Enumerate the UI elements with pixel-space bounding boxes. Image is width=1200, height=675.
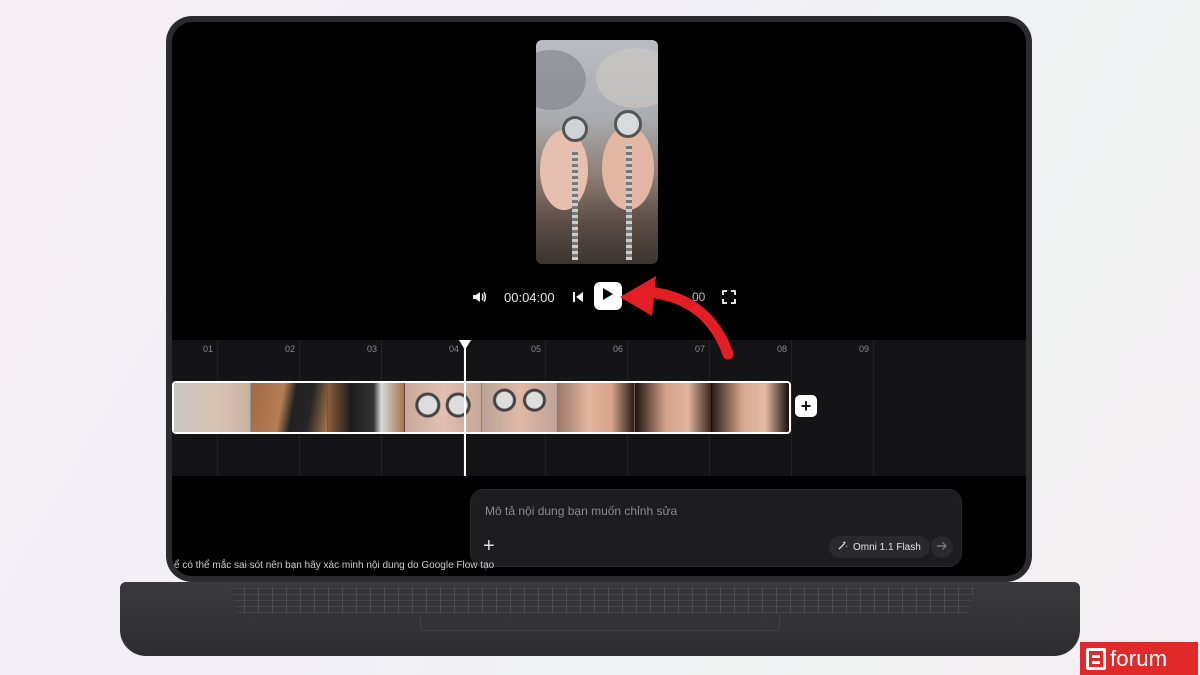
timeline-ruler: 01 02 03 04 05 06 07 08 09 — [172, 340, 1026, 358]
prompt-input[interactable] — [485, 504, 945, 518]
tick-label: 08 — [777, 344, 788, 354]
add-clip-button[interactable]: + — [795, 395, 817, 417]
add-attachment-icon[interactable]: + — [483, 536, 495, 556]
fullscreen-icon[interactable] — [720, 288, 738, 306]
clip-frame — [712, 383, 789, 432]
editor-screen: 00:04:00 00 01 02 03 04 05 06 07 08 09 +… — [172, 22, 1026, 576]
clip-frame — [250, 383, 328, 432]
clip-frame — [558, 383, 636, 432]
watermark-text: forum — [1110, 645, 1168, 671]
clip-frame — [174, 383, 251, 432]
arrow-right-icon — [936, 540, 948, 555]
tick-label: 07 — [695, 344, 706, 354]
clip-frame — [481, 383, 559, 432]
tick-label: 03 — [367, 344, 378, 354]
play-button[interactable] — [594, 282, 622, 310]
disclaimer-text: ể có thể mắc sai sót nên bạn hãy xác min… — [174, 560, 495, 571]
play-icon — [602, 287, 614, 306]
clip-frame — [327, 383, 405, 432]
laptop-trackpad — [420, 615, 780, 631]
send-button[interactable] — [931, 536, 953, 558]
tick-label: 05 — [531, 344, 542, 354]
volume-icon[interactable] — [470, 288, 488, 306]
tick-label: 02 — [285, 344, 296, 354]
tick-label: 09 — [859, 344, 870, 354]
sparkle-icon — [837, 540, 848, 554]
model-name: Omni 1.1 Flash — [853, 541, 921, 553]
playhead[interactable] — [464, 340, 466, 476]
tick-label: 01 — [203, 344, 214, 354]
sforum-watermark: forum — [1080, 642, 1198, 675]
clip-frame — [404, 383, 482, 432]
tick-label: 04 — [449, 344, 460, 354]
clip-frame — [635, 383, 713, 432]
prompt-box: + Omni 1.1 Flash — [470, 489, 962, 567]
end-time: 00 — [692, 290, 706, 304]
timeline[interactable]: 01 02 03 04 05 06 07 08 09 + — [172, 340, 1026, 476]
laptop-keyboard — [230, 587, 975, 613]
plus-icon: + — [800, 396, 812, 416]
playhead-handle[interactable] — [459, 340, 471, 350]
skip-back-icon[interactable] — [570, 288, 586, 306]
player-controls: 00:04:00 00 — [172, 282, 1026, 310]
sforum-logo-icon — [1086, 647, 1106, 670]
video-preview[interactable] — [536, 40, 658, 264]
tick-label: 06 — [613, 344, 624, 354]
current-time: 00:04:00 — [504, 290, 555, 305]
model-selector[interactable]: Omni 1.1 Flash — [829, 536, 930, 558]
video-clip[interactable] — [172, 381, 791, 434]
